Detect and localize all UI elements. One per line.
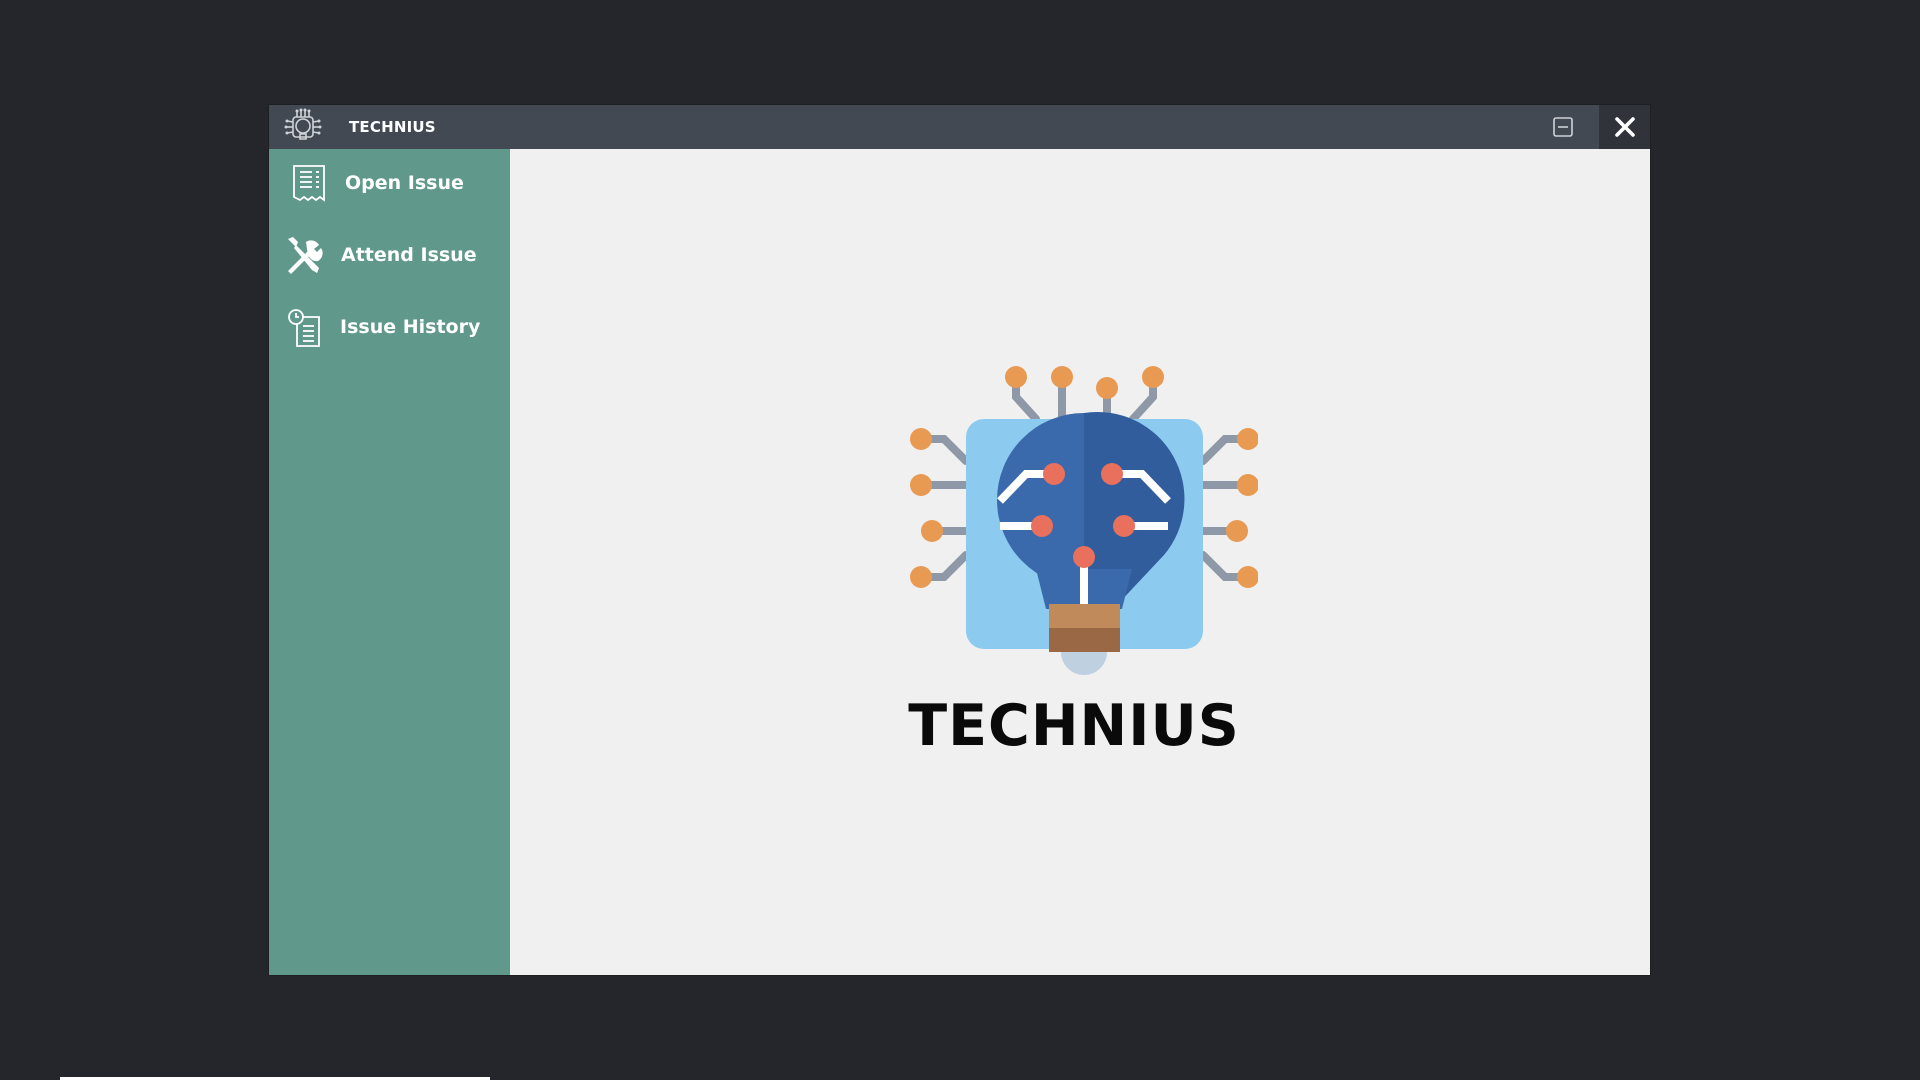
receipt-icon [293,165,325,202]
window-title: TECHNIUS [349,118,436,136]
sidebar-item-issue-history[interactable]: Issue History [269,299,510,355]
sidebar-item-open-issue[interactable]: Open Issue [269,155,510,211]
history-document-icon [288,309,320,347]
sidebar-item-label: Attend Issue [341,244,477,266]
main-content: TECHNIUS [510,149,1650,975]
sidebar-item-attend-issue[interactable]: Attend Issue [269,227,510,283]
minimize-icon [1553,117,1573,137]
title-bar[interactable]: TECHNIUS [269,105,1650,149]
tools-icon [288,237,323,274]
close-icon [1615,117,1635,137]
app-logo-icon [284,108,322,140]
sidebar: Open Issue Attend Issue Issue History [269,149,510,975]
app-name-heading: TECHNIUS [908,693,1240,759]
app-window: TECHNIUS Open Issue Attend Issue Issue H… [269,105,1650,975]
minimize-button[interactable] [1551,115,1575,139]
sidebar-item-label: Open Issue [345,172,464,194]
circuit-lightbulb-icon [910,366,1258,675]
sidebar-item-label: Issue History [340,316,481,338]
close-button[interactable] [1599,105,1650,149]
